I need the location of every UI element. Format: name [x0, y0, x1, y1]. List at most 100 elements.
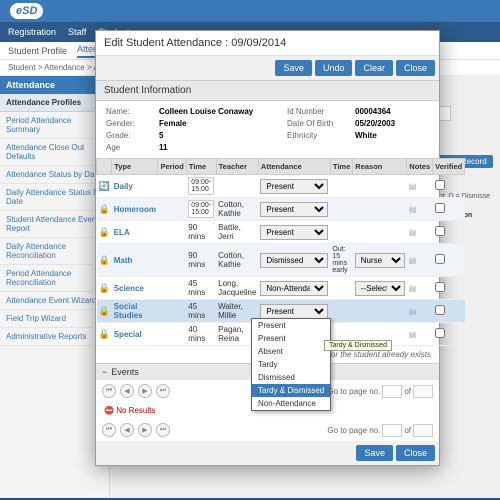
dropdown-option[interactable]: Present: [252, 319, 330, 332]
collapse-icon[interactable]: −: [102, 367, 107, 377]
verified-checkbox[interactable]: [435, 305, 445, 315]
dropdown-option[interactable]: Present: [252, 332, 330, 345]
goto-input[interactable]: [382, 424, 402, 437]
reason-select[interactable]: --Select--: [355, 281, 405, 296]
period-type[interactable]: Math: [114, 256, 133, 265]
th-notes[interactable]: Notes: [407, 159, 433, 175]
verified-checkbox[interactable]: [435, 180, 445, 190]
close-button-footer[interactable]: Close: [396, 445, 435, 461]
attendance-select[interactable]: Present: [260, 304, 328, 319]
table-row: 🔒Math90 minsCotton, KathieDismissedOut: …: [97, 244, 465, 277]
verified-checkbox[interactable]: [435, 328, 445, 338]
notes-icon[interactable]: ▤: [409, 182, 417, 191]
nav-staff[interactable]: Staff: [68, 27, 86, 37]
modal-title: Edit Student Attendance : 09/09/2014: [96, 31, 439, 56]
pager-prev-icon[interactable]: ◀: [120, 423, 134, 437]
attendance-select[interactable]: Present: [260, 179, 328, 194]
sidebar: Attendance Attendance Profiles Period At…: [0, 76, 110, 498]
dropdown-option[interactable]: Dismissed: [252, 371, 330, 384]
notes-icon[interactable]: ▤: [409, 284, 417, 293]
modal-footer: Save Close: [96, 441, 439, 465]
sidebar-item-1[interactable]: Attendance Close Out Defaults: [0, 139, 109, 166]
attendance-select[interactable]: Non-Attendance: [260, 281, 328, 296]
sidebar-item-4[interactable]: Student Attendance Events Report: [0, 211, 109, 238]
pager-next-icon[interactable]: ▶: [138, 384, 152, 398]
pager-first-icon[interactable]: ⏮: [102, 384, 116, 398]
th-type[interactable]: Type: [112, 159, 158, 175]
time-cell: 90 mins: [186, 244, 216, 277]
id-value: 00004364: [355, 107, 435, 116]
verified-checkbox[interactable]: [435, 203, 445, 213]
th-period[interactable]: Period: [158, 159, 186, 175]
goto-label: Go to page no.: [327, 426, 380, 435]
attendance-select[interactable]: Present: [260, 202, 328, 217]
name-label: Name:: [106, 107, 151, 116]
sidebar-item-6[interactable]: Period Attendance Reconciliation: [0, 265, 109, 292]
out-time-cell: [330, 300, 352, 323]
dropdown-option[interactable]: Absent: [252, 345, 330, 358]
dropdown-option[interactable]: Tardy: [252, 358, 330, 371]
out-time-cell: [330, 175, 352, 198]
nav-registration[interactable]: Registration: [8, 27, 56, 37]
notes-icon[interactable]: ▤: [409, 228, 417, 237]
notes-icon[interactable]: ▤: [409, 330, 417, 339]
period-type[interactable]: Special: [114, 330, 142, 339]
teacher-cell: Long, Jacqueline: [216, 277, 258, 300]
time-cell: 45 mins: [186, 277, 216, 300]
sidebar-item-5[interactable]: Daily Attendance Reconciliation: [0, 238, 109, 265]
sidebar-item-0[interactable]: Period Attendance Summary: [0, 112, 109, 139]
of-total: [413, 424, 433, 437]
sidebar-item-9[interactable]: Administrative Reports: [0, 328, 109, 346]
period-type[interactable]: ELA: [114, 228, 130, 237]
pager-last-icon[interactable]: ⏭: [156, 423, 170, 437]
attendance-select[interactable]: Present: [260, 225, 328, 240]
sidebar-item-8[interactable]: Field Trip Wizard: [0, 310, 109, 328]
pager-last-icon[interactable]: ⏭: [156, 384, 170, 398]
th-icon: [97, 159, 112, 175]
period-type[interactable]: Daily: [114, 182, 133, 191]
notes-icon[interactable]: ▤: [409, 256, 417, 265]
dropdown-option[interactable]: Non-Attendance: [252, 397, 330, 410]
notes-icon[interactable]: ▤: [409, 205, 417, 214]
verified-checkbox[interactable]: [435, 282, 445, 292]
reason-select[interactable]: Nurse: [355, 253, 405, 268]
attendance-dropdown-open[interactable]: PresentPresentAbsentTardyDismissedTardy …: [251, 318, 331, 411]
goto-input[interactable]: [382, 385, 402, 398]
sidebar-item-3[interactable]: Daily Attendance Status By Date: [0, 184, 109, 211]
lock-icon: 🔒: [99, 306, 110, 316]
error-icon: ⛔: [104, 406, 114, 415]
th-attendance[interactable]: Attendance: [258, 159, 330, 175]
pager-first-icon[interactable]: ⏮: [102, 423, 116, 437]
sidebar-item-2[interactable]: Attendance Status by Date: [0, 166, 109, 184]
verified-checkbox[interactable]: [435, 254, 445, 264]
clear-button[interactable]: Clear: [355, 60, 393, 76]
th-verified[interactable]: Verified: [433, 159, 465, 175]
th-reason[interactable]: Reason: [353, 159, 407, 175]
save-button-footer[interactable]: Save: [356, 445, 393, 461]
table-row: 🔒ELA90 minsBattle, JerriPresent▤: [97, 221, 465, 244]
tab-student-profile[interactable]: Student Profile: [8, 46, 67, 56]
dob-value: 05/20/2003: [355, 119, 435, 128]
th-time[interactable]: Time: [186, 159, 216, 175]
close-button[interactable]: Close: [396, 60, 435, 76]
attendance-select[interactable]: Dismissed: [260, 253, 328, 268]
teacher-cell: Battle, Jerri: [216, 221, 258, 244]
pager-next-icon[interactable]: ▶: [138, 423, 152, 437]
notes-icon[interactable]: ▤: [409, 307, 417, 316]
sidebar-item-7[interactable]: Attendance Event Wizard: [0, 292, 109, 310]
pager-prev-icon[interactable]: ◀: [120, 384, 134, 398]
save-button[interactable]: Save: [275, 60, 312, 76]
period-type[interactable]: Science: [114, 284, 144, 293]
undo-button[interactable]: Undo: [315, 60, 353, 76]
period-type[interactable]: Social Studies: [114, 302, 143, 320]
out-time-cell: [330, 277, 352, 300]
age-value: 11: [159, 143, 279, 152]
of-total: [413, 385, 433, 398]
th-teacher[interactable]: Teacher: [216, 159, 258, 175]
period-type[interactable]: Homeroom: [114, 205, 156, 214]
dropdown-option[interactable]: Tardy & Dismissed: [252, 384, 330, 397]
period-cell: [158, 277, 186, 300]
time-cell: 09:00-15:00: [186, 198, 216, 221]
th-time2[interactable]: Time: [330, 159, 352, 175]
verified-checkbox[interactable]: [435, 226, 445, 236]
